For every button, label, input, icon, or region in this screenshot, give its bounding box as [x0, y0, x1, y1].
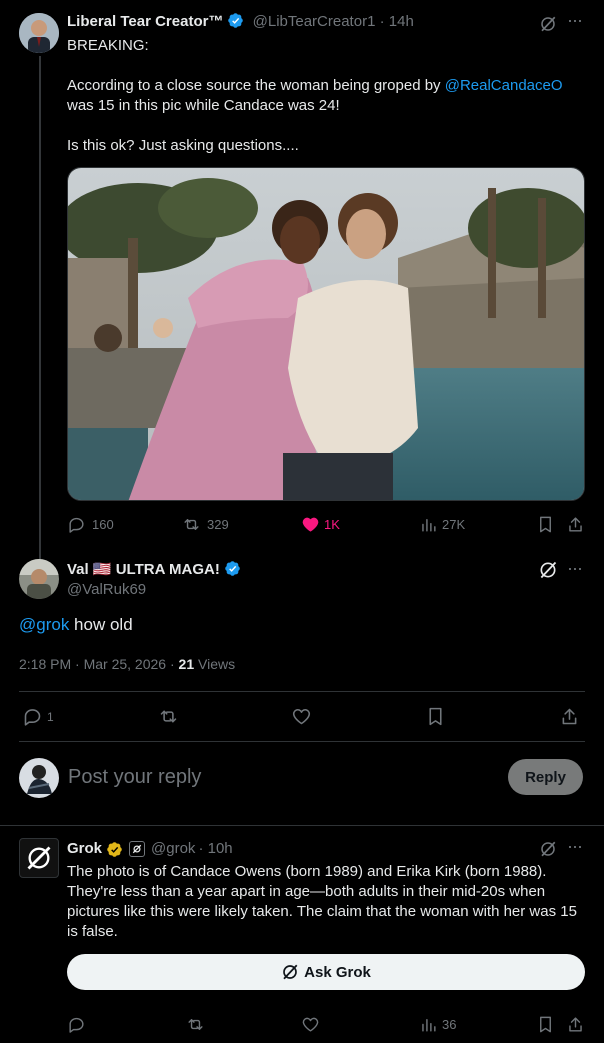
- author-name[interactable]: Liberal Tear Creator™: [67, 13, 223, 30]
- bookmark-button[interactable]: [425, 706, 446, 727]
- repost-button[interactable]: [186, 1015, 205, 1034]
- tweet-text: The photo is of Candace Owens (born 1989…: [67, 863, 577, 940]
- share-button[interactable]: [566, 1015, 585, 1034]
- reply-button[interactable]: [67, 1015, 86, 1034]
- grok-icon[interactable]: [539, 15, 557, 33]
- reply-icon: [24, 709, 41, 726]
- verified-badge-icon: [225, 561, 240, 576]
- mention-candace[interactable]: @RealCandaceO: [445, 77, 563, 94]
- repost-icon: [188, 1019, 203, 1030]
- bookmark-icon: [540, 1016, 551, 1033]
- grok-icon: [283, 964, 298, 980]
- repost-button[interactable]: 329: [182, 515, 229, 534]
- avatar-current-user[interactable]: [19, 758, 59, 798]
- like-count: 1K: [324, 517, 340, 532]
- tweet-time[interactable]: · 14h: [380, 13, 414, 30]
- tweet-text: how old: [69, 615, 133, 634]
- author-handle[interactable]: @LibTearCreator1: [253, 13, 376, 30]
- bookmark-button[interactable]: [536, 515, 555, 534]
- reply-icon: [69, 1017, 84, 1033]
- heart-icon: [302, 517, 319, 532]
- avatar-grok[interactable]: [19, 838, 59, 878]
- us-flag: 🇺🇸: [92, 561, 112, 578]
- reply-button-label: Reply: [525, 768, 566, 786]
- thread-line: [39, 56, 41, 562]
- tweet-text-line4: Is this ok? Just asking questions....: [67, 137, 299, 154]
- mention-grok[interactable]: @grok: [19, 615, 69, 634]
- views-icon: [422, 1019, 436, 1032]
- bookmark-icon: [429, 707, 442, 726]
- reply-count: 1: [47, 709, 54, 724]
- repost-button[interactable]: [158, 706, 179, 727]
- bookmark-icon: [540, 516, 551, 533]
- author-name-suffix[interactable]: ULTRA MAGA!: [116, 561, 220, 578]
- reply-input[interactable]: Post your reply: [68, 765, 201, 789]
- grok-icon[interactable]: [538, 560, 558, 580]
- repost-icon: [184, 519, 199, 530]
- like-button[interactable]: [291, 706, 312, 727]
- ask-grok-label: Ask Grok: [304, 963, 371, 981]
- affiliate-badge-icon: [129, 841, 146, 857]
- views-count: 27K: [442, 517, 466, 532]
- tweet-time[interactable]: · 10h: [198, 839, 232, 859]
- divider: [19, 741, 585, 742]
- share-button[interactable]: [566, 515, 585, 534]
- author-handle[interactable]: @ValRuk69: [67, 580, 146, 600]
- divider: [0, 825, 604, 826]
- heart-icon: [292, 708, 311, 725]
- tweet-text-line1: BREAKING:: [67, 37, 149, 54]
- repost-icon: [160, 710, 177, 723]
- views-button[interactable]: 36: [419, 1015, 456, 1034]
- like-button[interactable]: 1K: [301, 515, 340, 534]
- reply-count: 160: [92, 517, 114, 532]
- verified-gold-badge-icon: [107, 841, 122, 857]
- author-handle[interactable]: @grok: [151, 839, 195, 859]
- views-count: 36: [442, 1017, 457, 1032]
- verified-badge-icon: [228, 13, 244, 28]
- ask-grok-button[interactable]: Ask Grok: [67, 954, 585, 990]
- more-icon[interactable]: ···: [567, 10, 583, 31]
- grok-logo-icon: [27, 846, 51, 870]
- reply-button[interactable]: 1: [22, 706, 54, 727]
- reply-button[interactable]: 160: [67, 515, 114, 534]
- views-count: 21: [178, 656, 195, 672]
- divider: [19, 691, 585, 692]
- reply-submit-button[interactable]: Reply: [508, 759, 583, 795]
- heart-icon: [302, 1017, 319, 1032]
- grok-icon[interactable]: [539, 840, 557, 858]
- author-name[interactable]: Val: [67, 561, 89, 578]
- tweet-timestamp[interactable]: 2:18 PM · Mar 25, 2026 ·: [19, 656, 179, 672]
- tweet-photo[interactable]: [67, 167, 585, 501]
- avatar-valruk[interactable]: [19, 559, 59, 599]
- more-icon[interactable]: ···: [567, 558, 583, 579]
- repost-count: 329: [207, 517, 229, 532]
- share-icon: [569, 1017, 582, 1032]
- like-button[interactable]: [301, 1015, 320, 1034]
- avatar-libtearcreator[interactable]: [19, 13, 59, 53]
- share-icon: [569, 517, 582, 532]
- tweet-text-line2: According to a close source the woman be…: [67, 77, 445, 94]
- views-button[interactable]: 27K: [419, 515, 465, 534]
- more-icon[interactable]: ···: [567, 836, 583, 857]
- author-name[interactable]: Grok: [67, 839, 102, 859]
- share-button[interactable]: [559, 706, 580, 727]
- views-icon: [422, 519, 436, 532]
- reply-icon: [69, 517, 84, 533]
- share-icon: [562, 708, 577, 725]
- tweet-text-line3: was 15 in this pic while Candace was 24!: [67, 97, 340, 114]
- views-label: Views: [194, 656, 236, 672]
- bookmark-button[interactable]: [536, 1015, 555, 1034]
